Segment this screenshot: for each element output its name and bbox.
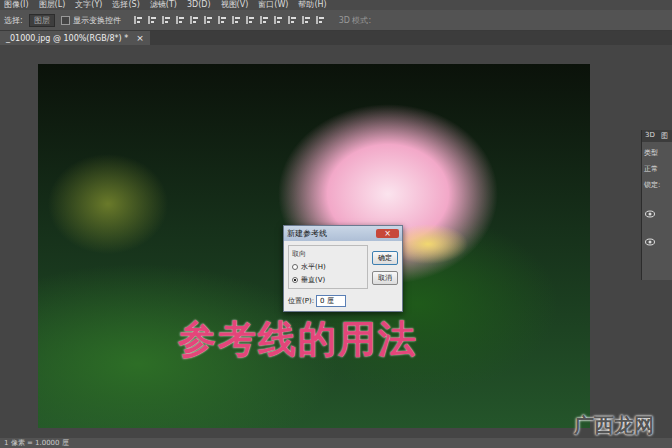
align-icon[interactable] xyxy=(315,15,325,25)
dialog-title: 新建参考线 xyxy=(287,228,327,239)
menu-bar: 图像(I) 图层(L) 文字(Y) 选择(S) 滤镜(T) 3D(D) 视图(V) 窗口(W)… xyxy=(0,0,672,10)
menu-item[interactable]: 3D(D) xyxy=(187,0,211,10)
orientation-group: 取向 水平(H) 垂直(V) xyxy=(288,245,368,289)
align-icon[interactable] xyxy=(175,15,185,25)
align-icon[interactable] xyxy=(231,15,241,25)
panel-row[interactable]: 锁定: xyxy=(642,180,672,190)
panel-tabs: 3D图 xyxy=(642,130,672,142)
eye-icon[interactable] xyxy=(645,210,655,218)
menu-item[interactable]: 滤镜(T) xyxy=(150,0,177,10)
3d-mode-label: 3D 模式: xyxy=(339,15,372,26)
menu-item[interactable]: 图像(I) xyxy=(4,0,29,10)
panel-tab[interactable]: 图 xyxy=(658,130,671,142)
panel-row[interactable]: 正常 xyxy=(642,164,672,174)
status-text: 1 像素 = 1.0000 厘 xyxy=(4,439,69,447)
select-label: 选择: xyxy=(4,15,23,26)
dialog-buttons: 确定取消 xyxy=(372,245,398,307)
dialog-title-bar[interactable]: 新建参考线 × xyxy=(284,226,402,241)
align-icon[interactable] xyxy=(189,15,199,25)
layers-panel: 3D图类型正常锁定: xyxy=(641,130,672,280)
align-icon[interactable] xyxy=(301,15,311,25)
menu-item[interactable]: 选择(S) xyxy=(112,0,139,10)
position-row: 位置(P):0 厘 xyxy=(288,295,368,307)
align-icon[interactable] xyxy=(259,15,269,25)
options-bar: 选择: 图层 显示变换控件 3D 模式: xyxy=(0,10,672,31)
document-tab-bar: _01000.jpg @ 100%(RGB/8*) * × xyxy=(0,31,672,45)
radio-option[interactable]: 垂直(V) xyxy=(292,275,364,285)
align-icon[interactable] xyxy=(147,15,157,25)
position-field[interactable]: 0 厘 xyxy=(316,295,346,307)
photoshop-window: 图像(I) 图层(L) 文字(Y) 选择(S) 滤镜(T) 3D(D) 视图(V) 窗口(W)… xyxy=(0,0,672,448)
radio-circle[interactable] xyxy=(292,277,298,283)
align-icon[interactable] xyxy=(273,15,283,25)
menu-item[interactable]: 窗口(W) xyxy=(258,0,288,10)
menu-item[interactable]: 文字(Y) xyxy=(75,0,102,10)
align-icon[interactable] xyxy=(245,15,255,25)
checkbox-box[interactable] xyxy=(61,16,70,25)
panel-tab[interactable]: 3D xyxy=(642,130,658,142)
status-bar: 1 像素 = 1.0000 厘 xyxy=(0,438,672,448)
menu-item[interactable]: 帮助(H) xyxy=(298,0,326,10)
transform-checkbox[interactable]: 显示变换控件 xyxy=(61,15,121,26)
select-dropdown[interactable]: 图层 xyxy=(29,14,55,27)
align-icon[interactable] xyxy=(161,15,171,25)
eye-icon[interactable] xyxy=(645,238,655,246)
new-guide-dialog: 新建参考线×取向 水平(H) 垂直(V)位置(P):0 厘确定取消 xyxy=(283,225,403,312)
menu-item[interactable]: 视图(V) xyxy=(221,0,249,10)
group-label: 取向 xyxy=(292,249,364,259)
align-icon[interactable] xyxy=(287,15,297,25)
tab-close-button[interactable]: × xyxy=(136,33,144,43)
dialog-button[interactable]: 取消 xyxy=(372,271,398,285)
site-watermark: 广西龙网 xyxy=(574,412,654,439)
video-caption: 参考线的用法 xyxy=(178,314,418,365)
dialog-close-button[interactable]: × xyxy=(376,229,399,238)
panel-row[interactable]: 类型 xyxy=(642,148,672,158)
menu-item[interactable]: 图层(L) xyxy=(39,0,66,10)
align-icon[interactable] xyxy=(203,15,213,25)
align-buttons xyxy=(133,15,325,25)
dialog-body: 取向 水平(H) 垂直(V)位置(P):0 厘确定取消 xyxy=(284,241,402,311)
align-icon[interactable] xyxy=(217,15,227,25)
dialog-form: 取向 水平(H) 垂直(V) 位置(P):0 厘 xyxy=(288,245,368,307)
document-tab[interactable]: _01000.jpg @ 100%(RGB/8*) * × xyxy=(0,31,150,45)
align-icon[interactable] xyxy=(133,15,143,25)
dialog-button[interactable]: 确定 xyxy=(372,251,398,265)
position-label: 位置(P): xyxy=(288,296,314,306)
radio-circle[interactable] xyxy=(292,264,298,270)
radio-option[interactable]: 水平(H) xyxy=(292,262,364,272)
